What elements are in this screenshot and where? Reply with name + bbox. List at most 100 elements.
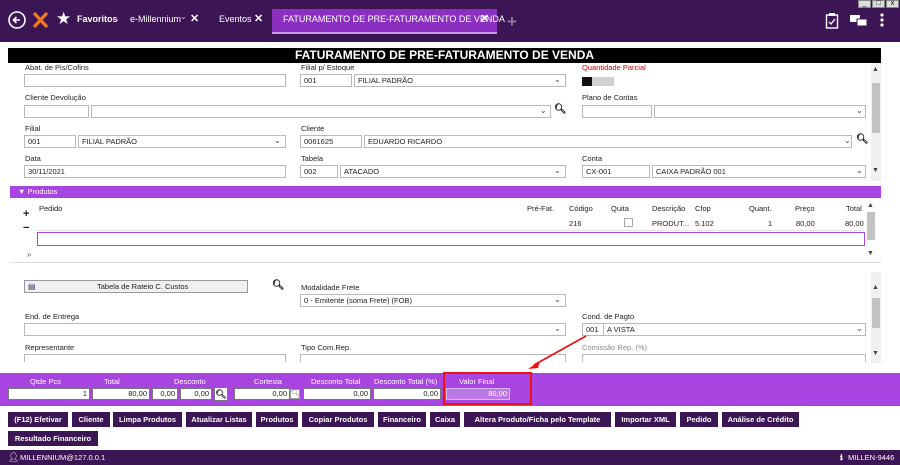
- qtd-parcial-toggle[interactable]: [582, 77, 592, 86]
- table-row[interactable]: [36, 216, 864, 231]
- cond-pagto-select[interactable]: A VISTA: [603, 323, 866, 336]
- scroll-up-icon[interactable]: ▲: [872, 66, 879, 73]
- chevron-down-icon[interactable]: ⌄: [856, 166, 863, 175]
- close-tab-icon[interactable]: ✕: [190, 12, 199, 25]
- desconto-value-field[interactable]: 0,00: [152, 388, 178, 400]
- representante-select[interactable]: [24, 354, 286, 362]
- desconto-pct-field[interactable]: 0,00: [180, 388, 212, 400]
- desconto-total-field[interactable]: 0,00: [303, 388, 371, 400]
- cliente-devolucao-select[interactable]: [91, 105, 551, 118]
- produtos-button[interactable]: Produtos: [256, 412, 298, 427]
- scroll-up-icon[interactable]: ▲: [867, 202, 874, 209]
- data-field[interactable]: 30/11/2021: [24, 165, 286, 178]
- resultado-financeiro-button[interactable]: Resultado Financeiro: [8, 431, 98, 446]
- close-window-button[interactable]: x: [886, 0, 899, 8]
- new-row-input[interactable]: [37, 232, 865, 246]
- add-row-icon[interactable]: +: [23, 208, 29, 220]
- col-pedido[interactable]: Pedido: [39, 204, 62, 213]
- scroll-thumb[interactable]: [867, 212, 875, 240]
- chevron-down-icon[interactable]: ⌄: [844, 136, 851, 145]
- search-icon[interactable]: 🔍︎: [290, 389, 300, 399]
- maximize-button[interactable]: □: [872, 0, 885, 8]
- quita-checkbox[interactable]: [624, 218, 633, 227]
- col-descricao[interactable]: Descrição: [652, 204, 685, 213]
- conta-select[interactable]: CAIXA PADRÃO 001: [652, 165, 866, 178]
- modalidade-frete-select[interactable]: 0 - Emitente (soma Frete) (FOB): [300, 294, 566, 307]
- tab-eventos[interactable]: Eventos: [219, 14, 252, 24]
- altera-produto-button[interactable]: Altera Produto/Ficha pelo Template: [464, 412, 611, 427]
- rateio-button[interactable]: ▤ Tabela de Rateio C. Custos: [24, 280, 248, 293]
- chevron-down-icon[interactable]: ⌄: [554, 75, 561, 84]
- limpa-produtos-button[interactable]: Limpa Produtos: [113, 412, 182, 427]
- scroll-thumb[interactable]: [872, 298, 880, 328]
- filial-select[interactable]: FILIAL PADRÃO: [78, 135, 286, 148]
- chevron-down-icon[interactable]: ⌄: [274, 136, 281, 145]
- cliente-button[interactable]: Cliente: [72, 412, 110, 427]
- copiar-produtos-button[interactable]: Copiar Produtos: [302, 412, 374, 427]
- clipboard-icon[interactable]: [825, 12, 839, 29]
- chevron-down-icon[interactable]: ⌄: [540, 106, 547, 115]
- abat-field[interactable]: [24, 74, 286, 87]
- filial-estoque-code[interactable]: 001: [300, 74, 352, 87]
- col-cfop[interactable]: Cfop: [695, 204, 711, 213]
- plano-contas-select[interactable]: [654, 105, 866, 118]
- col-codigo[interactable]: Código: [569, 204, 593, 213]
- filial-estoque-select[interactable]: FILIAL PADRÃO: [354, 74, 566, 87]
- tabela-select[interactable]: ATACADO: [340, 165, 566, 178]
- star-icon[interactable]: ★: [56, 9, 71, 29]
- header-scrollbar[interactable]: ▲ ▼: [871, 63, 881, 181]
- scroll-down-icon[interactable]: ▼: [872, 350, 879, 357]
- chevron-down-icon[interactable]: ⌄: [856, 106, 863, 115]
- produtos-scrollbar[interactable]: ▲ ▼: [866, 201, 876, 261]
- col-total[interactable]: Total: [846, 204, 862, 213]
- col-quant[interactable]: Quant.: [749, 204, 772, 213]
- more-options-icon[interactable]: [879, 12, 885, 28]
- scroll-up-icon[interactable]: ▲: [872, 284, 879, 291]
- millennium-logo-icon[interactable]: [32, 11, 49, 29]
- chevron-down-icon[interactable]: ⌄: [554, 295, 561, 304]
- end-entrega-select[interactable]: [24, 323, 566, 336]
- remove-row-icon[interactable]: −: [23, 222, 29, 234]
- cliente-code[interactable]: 0061625: [300, 135, 362, 148]
- col-preco[interactable]: Preço: [795, 204, 815, 213]
- lower-scrollbar[interactable]: ▲ ▼: [871, 272, 881, 363]
- atualizar-listas-button[interactable]: Atualizar Listas: [186, 412, 252, 427]
- cliente-select[interactable]: EDUARDO RICARDO: [364, 135, 852, 148]
- tab-e-millennium[interactable]: e-Millennium: [130, 14, 181, 24]
- tabela-code[interactable]: 002: [300, 165, 338, 178]
- plano-contas-code[interactable]: [582, 105, 652, 118]
- pedido-button[interactable]: Pedido: [680, 412, 718, 427]
- conta-code[interactable]: CX-001: [582, 165, 650, 178]
- chevron-down-icon[interactable]: ⌄: [856, 324, 863, 333]
- desconto-total-pct-field[interactable]: 0,00: [373, 388, 441, 400]
- scroll-thumb[interactable]: [872, 83, 880, 133]
- qtde-pcs-field[interactable]: 1: [8, 388, 90, 400]
- chevron-down-icon[interactable]: ⌄: [554, 324, 561, 333]
- favorites-menu[interactable]: Favoritos: [77, 14, 118, 24]
- back-icon[interactable]: [8, 11, 26, 29]
- importar-xml-button[interactable]: Importar XML: [615, 412, 676, 427]
- search-icon[interactable]: 🔍︎: [272, 280, 285, 291]
- comissao-rep-field[interactable]: [582, 354, 866, 362]
- chevron-down-icon[interactable]: ⌄: [554, 166, 561, 175]
- cliente-devolucao-code[interactable]: [24, 105, 89, 118]
- total-field[interactable]: 80,00: [92, 388, 150, 400]
- search-icon[interactable]: 🔍︎: [554, 104, 567, 115]
- filial-code[interactable]: 001: [24, 135, 76, 148]
- scroll-down-icon[interactable]: ▼: [867, 250, 874, 257]
- scroll-down-icon[interactable]: ▼: [872, 167, 879, 174]
- col-quita[interactable]: Quita: [611, 204, 629, 213]
- search-icon[interactable]: 🔍︎: [856, 134, 869, 145]
- efetivar-button[interactable]: (F12) Efetivar: [8, 412, 68, 427]
- add-tab-icon[interactable]: +: [507, 12, 517, 32]
- caixa-button[interactable]: Caixa: [430, 412, 460, 427]
- expand-icon[interactable]: »: [27, 250, 31, 259]
- cortesia-field[interactable]: 0,00: [234, 388, 290, 400]
- produtos-section-header[interactable]: ▼ Produtos: [10, 186, 881, 198]
- col-pre-fat[interactable]: Pré-Fat.: [527, 204, 554, 213]
- chat-icon[interactable]: [850, 14, 868, 27]
- close-tab-icon[interactable]: ✕: [254, 12, 263, 25]
- financeiro-button[interactable]: Financeiro: [378, 412, 426, 427]
- close-tab-icon[interactable]: ✕: [480, 12, 489, 25]
- minimize-button[interactable]: _: [858, 0, 871, 8]
